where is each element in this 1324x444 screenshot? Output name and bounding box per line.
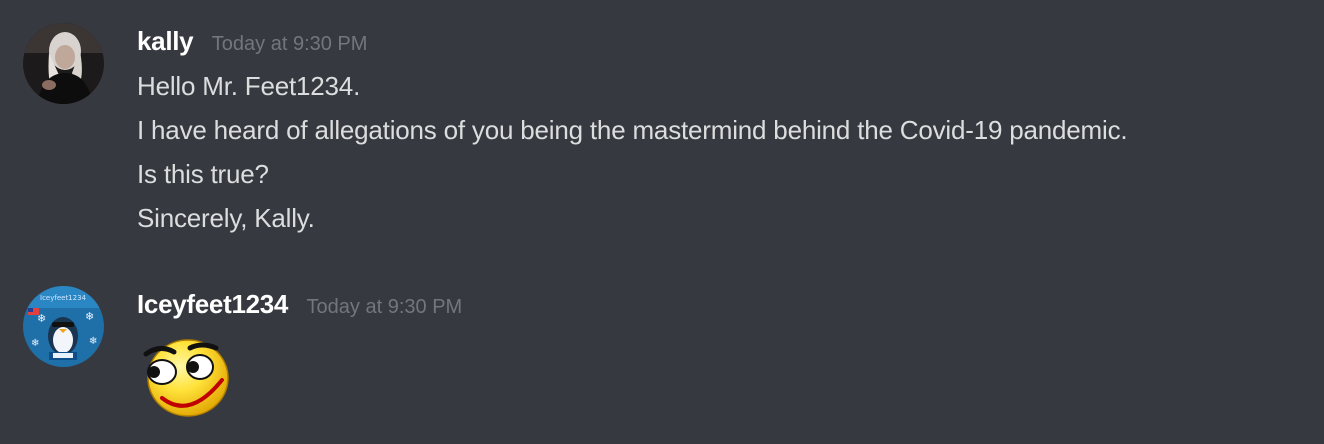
- user-photo-avatar-image: [23, 23, 104, 104]
- message-content: Hello Mr. Feet1234. I have heard of alle…: [137, 64, 1317, 240]
- message-line: Hello Mr. Feet1234.: [137, 71, 361, 101]
- message-line: Is this true?: [137, 159, 269, 189]
- message-line: I have heard of allegations of you being…: [137, 115, 1128, 145]
- svg-text:Iceyfeet1234: Iceyfeet1234: [40, 294, 87, 302]
- timestamp: Today at 9:30 PM: [211, 33, 368, 55]
- message-line: Sincerely, Kally.: [137, 203, 315, 233]
- avatar[interactable]: [23, 23, 104, 104]
- chat-message-list: kally Today at 9:30 PM Hello Mr. Feet123…: [0, 0, 1324, 444]
- penguin-avatar-image: Iceyfeet1234 ❄ ❄ ❄ ❄: [23, 286, 104, 367]
- svg-text:❄: ❄: [85, 310, 94, 323]
- username[interactable]: kally: [137, 26, 194, 56]
- avatar[interactable]: Iceyfeet1234 ❄ ❄ ❄ ❄: [23, 286, 104, 367]
- svg-text:❄: ❄: [89, 336, 97, 347]
- timestamp: Today at 9:30 PM: [306, 296, 463, 318]
- smirking-face-emoji-icon: [138, 334, 230, 418]
- username[interactable]: Iceyfeet1234: [137, 289, 288, 319]
- svg-text:❄: ❄: [31, 338, 39, 349]
